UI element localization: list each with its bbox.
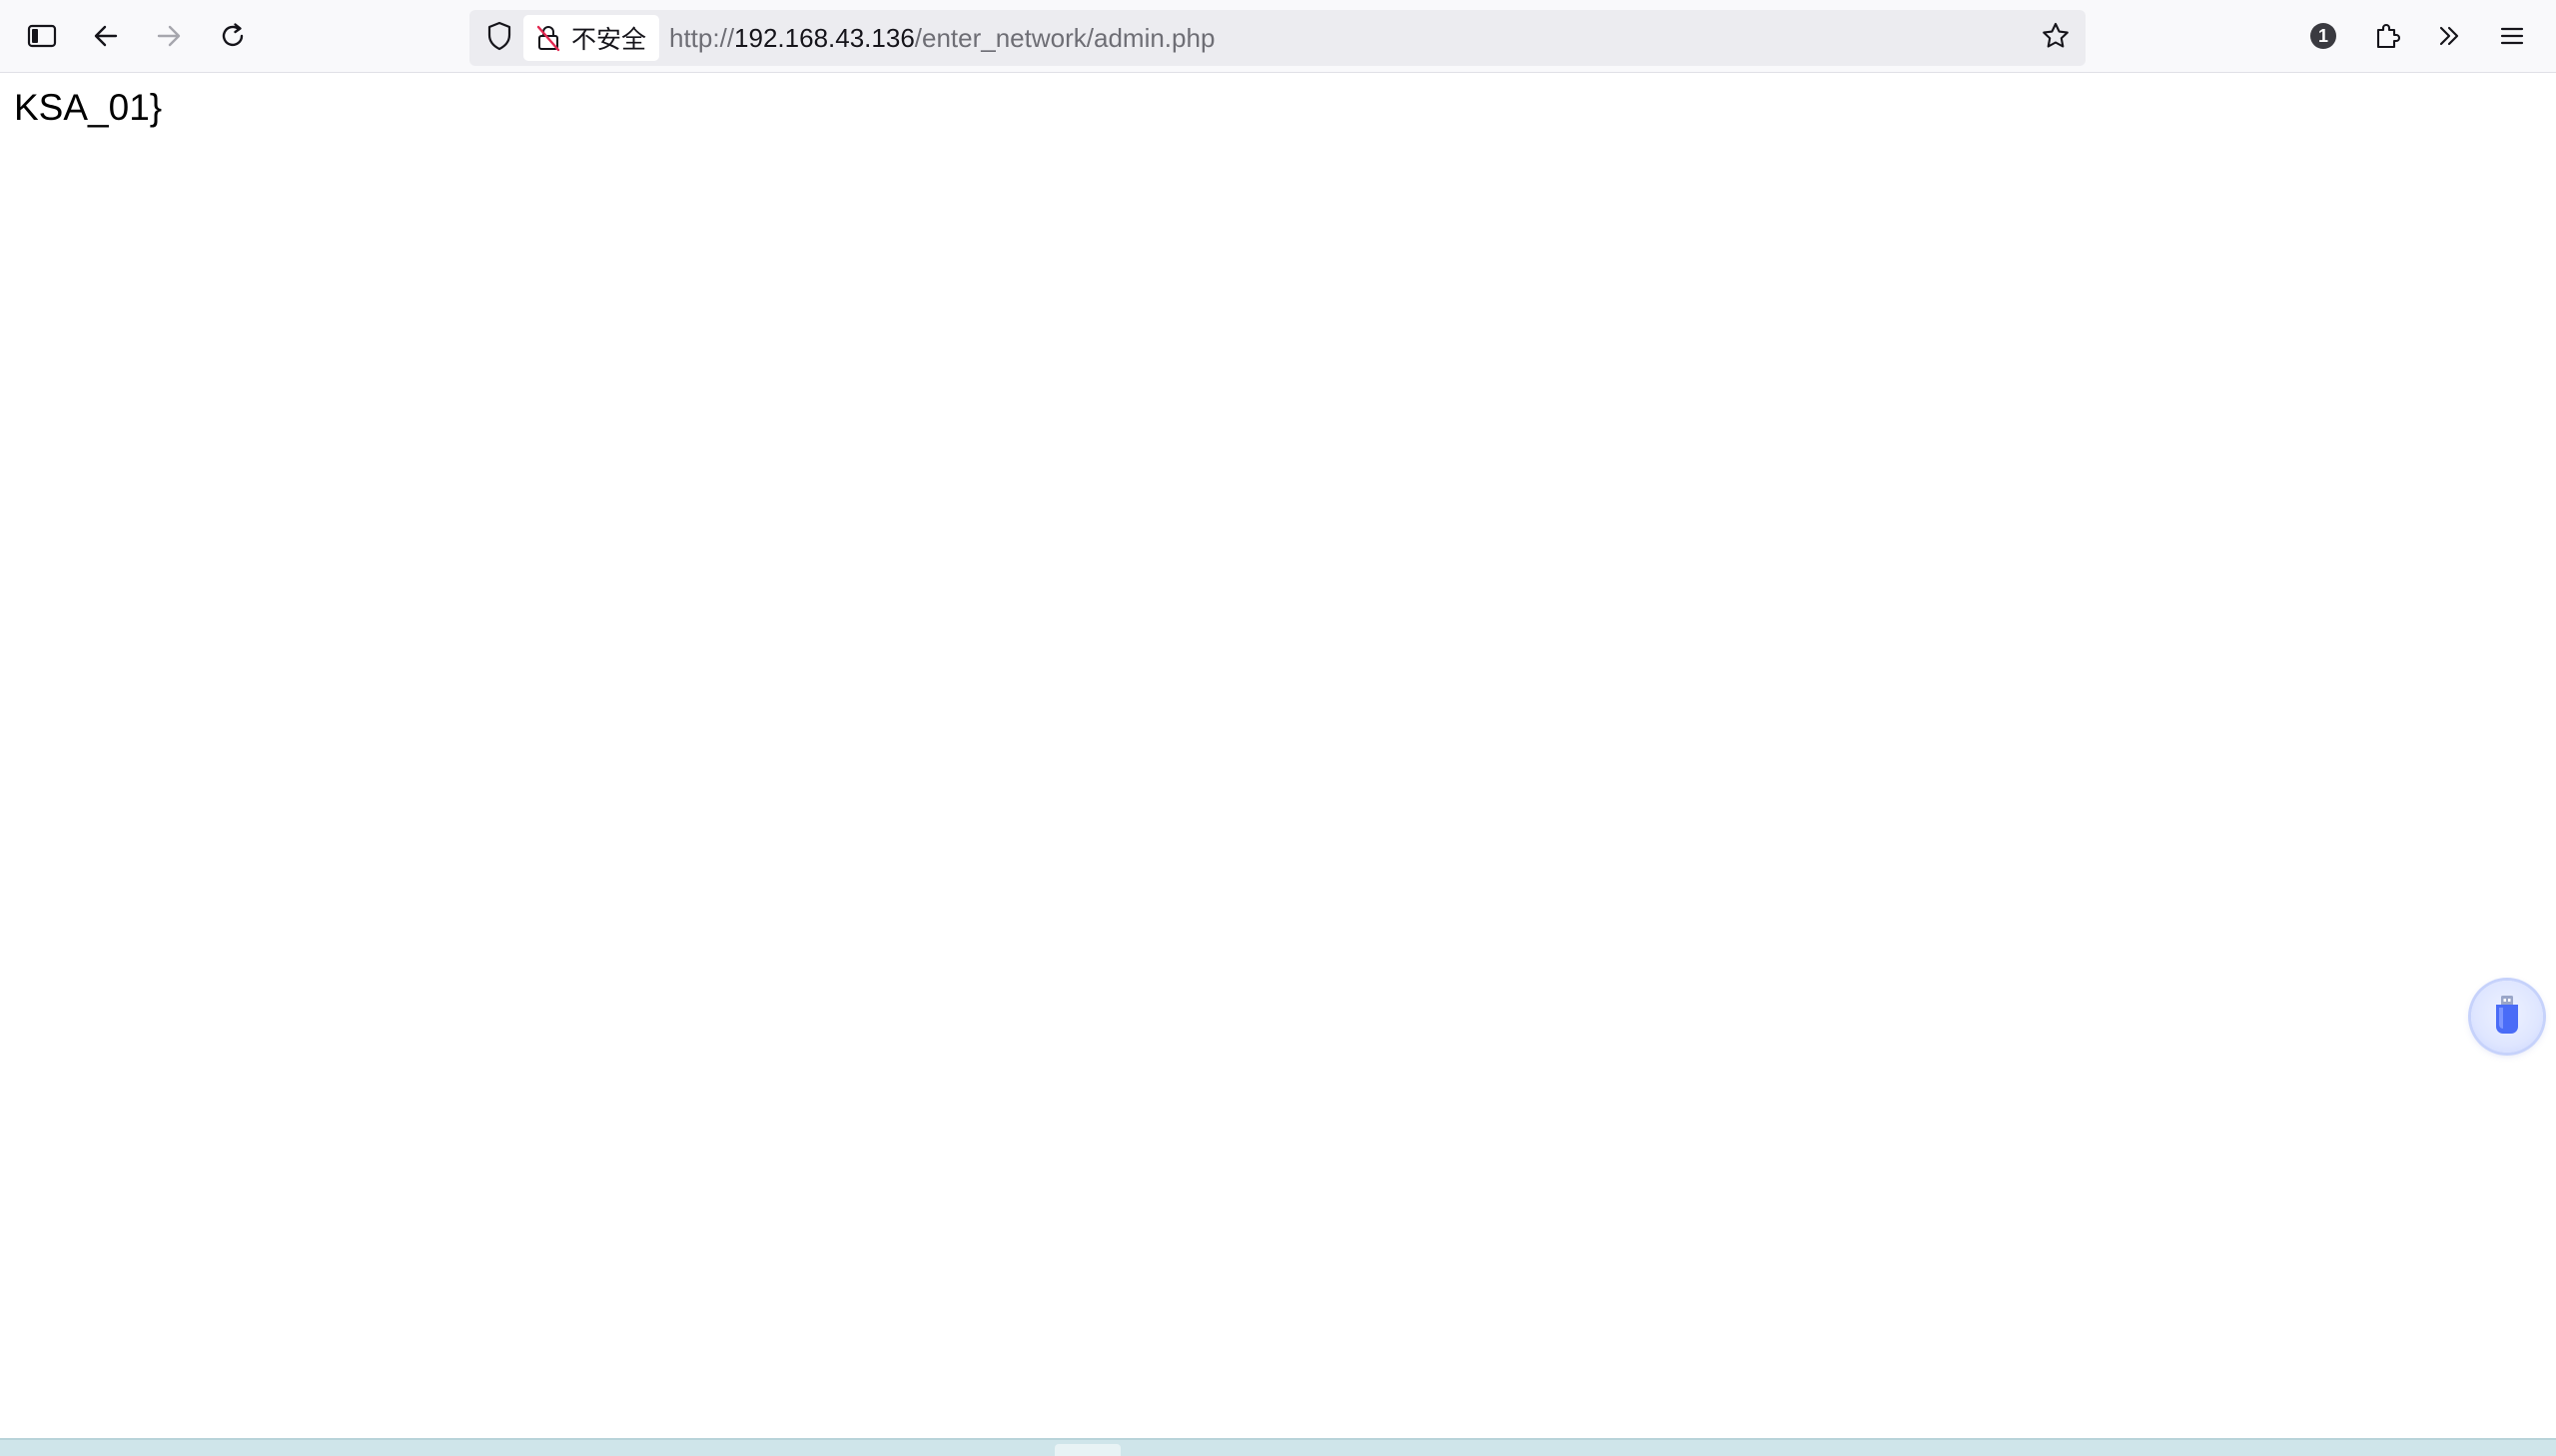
arrow-right-icon — [155, 22, 183, 50]
account-button[interactable]: 1 — [2304, 17, 2342, 55]
arrow-left-icon — [92, 22, 120, 50]
bookmark-button[interactable] — [2040, 22, 2072, 54]
page-body-text: KSA_01} — [14, 87, 163, 128]
url-scheme: http:// — [669, 23, 735, 53]
url-field[interactable]: http://192.168.43.136/enter_network/admi… — [669, 22, 1215, 54]
url-host: 192.168.43.136 — [734, 23, 915, 53]
extensions-button[interactable] — [2368, 17, 2406, 55]
address-bar[interactable]: 不安全 http://192.168.43.136/enter_network/… — [469, 10, 2086, 66]
badge-icon: 1 — [2309, 22, 2337, 50]
tracking-protection-button[interactable] — [483, 21, 515, 55]
usb-drive-icon — [2490, 993, 2524, 1041]
hamburger-icon — [2499, 24, 2525, 48]
overflow-menu-button[interactable] — [2430, 17, 2468, 55]
crossed-lock-icon — [533, 23, 563, 53]
shield-icon — [486, 21, 512, 55]
puzzle-icon — [2372, 21, 2402, 51]
sidebar-toggle-button[interactable] — [23, 17, 61, 55]
sidebar-icon — [27, 23, 57, 49]
app-menu-button[interactable] — [2493, 17, 2531, 55]
taskbar-strip — [0, 1438, 2556, 1456]
star-icon — [2041, 21, 2071, 55]
reload-button[interactable] — [214, 17, 252, 55]
insecure-label: 不安全 — [571, 25, 647, 54]
floating-widget-button[interactable] — [2471, 981, 2543, 1053]
taskbar-handle[interactable] — [1055, 1444, 1121, 1456]
reload-icon — [218, 21, 248, 51]
browser-toolbar: 不安全 http://192.168.43.136/enter_network/… — [0, 0, 2556, 73]
site-security-indicator[interactable]: 不安全 — [523, 15, 659, 61]
double-chevron-icon — [2435, 22, 2463, 50]
back-button[interactable] — [87, 17, 125, 55]
forward-button[interactable] — [150, 17, 188, 55]
url-path: /enter_network/admin.php — [914, 23, 1216, 53]
page-content: KSA_01} — [0, 73, 2556, 1438]
notification-count: 1 — [2317, 26, 2328, 46]
